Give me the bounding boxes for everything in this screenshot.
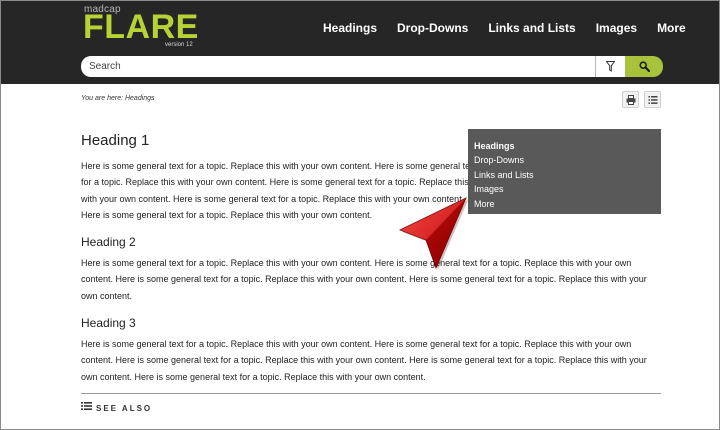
heading-3: Heading 3 xyxy=(81,316,136,331)
dropdown-item-links-and-lists[interactable]: Links and Lists xyxy=(474,168,655,182)
logo-flare-text: FLARE xyxy=(83,8,199,46)
breadcrumb: You are here: Headings xyxy=(81,95,155,102)
list-icon xyxy=(648,95,657,104)
filter-icon xyxy=(606,61,615,72)
nav-item-links-and-lists[interactable]: Links and Lists xyxy=(488,21,575,35)
printer-icon xyxy=(626,94,635,105)
headings-dropdown-menu: Headings Drop-Downs Links and Lists Imag… xyxy=(468,129,661,214)
top-navigation: Headings Drop-Downs Links and Lists Imag… xyxy=(313,21,696,35)
dropdown-item-drop-downs[interactable]: Drop-Downs xyxy=(474,153,655,167)
dropdown-item-more[interactable]: More xyxy=(474,197,655,211)
logo-version-text: version 12 xyxy=(165,42,193,48)
dropdown-item-images[interactable]: Images xyxy=(474,182,655,196)
heading-2: Heading 2 xyxy=(81,235,136,250)
see-also-toggle[interactable]: SEE ALSO xyxy=(81,393,661,413)
magnifier-icon xyxy=(638,61,650,72)
paragraph-2: Here is some general text for a topic. R… xyxy=(81,258,647,301)
nav-item-drop-downs[interactable]: Drop-Downs xyxy=(397,21,468,35)
nav-item-images[interactable]: Images xyxy=(596,21,637,35)
search-filter-button[interactable] xyxy=(595,56,625,77)
print-button[interactable] xyxy=(622,91,639,108)
dropdown-item-headings[interactable]: Headings xyxy=(474,139,655,153)
search-input[interactable] xyxy=(81,56,595,77)
nav-item-more[interactable]: More xyxy=(657,21,686,35)
see-also-label: SEE ALSO xyxy=(96,403,153,413)
toc-toggle-button[interactable] xyxy=(644,91,661,108)
red-arrow-pointer-icon xyxy=(398,197,468,270)
search-bar xyxy=(81,56,663,77)
paragraph-3: Here is some general text for a topic. R… xyxy=(81,339,647,382)
site-header: madcap FLARE version 12 Headings Drop-Do… xyxy=(1,1,719,84)
search-submit-button[interactable] xyxy=(625,56,663,77)
nav-item-headings[interactable]: Headings xyxy=(323,21,377,35)
list-icon xyxy=(81,402,92,410)
flare-logo[interactable]: madcap FLARE version 12 xyxy=(83,4,203,50)
